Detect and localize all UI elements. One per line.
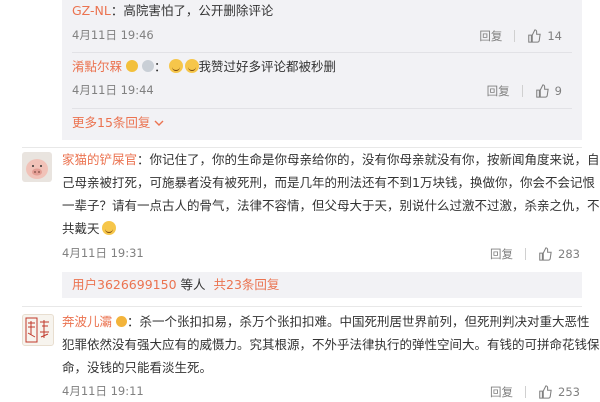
reply-username[interactable]: 淆點尔槑 [72, 59, 122, 74]
reply-button[interactable]: 回复 [490, 384, 513, 400]
reply-button[interactable]: 回复 [479, 28, 502, 44]
reply-time: 4月11日 19:44 [72, 83, 154, 97]
reply-summary-bar: 用户3626699150 等人 共23条回复 [62, 272, 582, 298]
reply-actions: 回复 9 [487, 83, 562, 99]
comment-time: 4月11日 19:31 [62, 246, 144, 260]
comment-separator: ： [127, 314, 140, 329]
verified-v-icon [116, 316, 127, 327]
reply-divider [72, 52, 572, 53]
comment-actions: 回复 253 [490, 384, 580, 400]
thumbs-up-icon[interactable] [538, 385, 552, 399]
thumbs-up-icon[interactable] [535, 84, 549, 98]
smile-emoji-icon [101, 221, 116, 235]
comment-divider [22, 147, 582, 148]
comment-line: 你记住了，你的生命是你母亲给你的，没有你母亲就没有你，按新闻角度来说，自 [149, 152, 600, 167]
reply-time: 4月11日 19:46 [72, 28, 154, 42]
action-divider [525, 248, 527, 260]
comment-username[interactable]: 奔波儿灞 [62, 314, 112, 329]
like-count: 253 [558, 385, 580, 399]
medal-icon [141, 60, 154, 72]
more-replies-label: 更多15条回复 [72, 115, 151, 130]
avatar[interactable] [22, 152, 52, 182]
like-count: 9 [554, 84, 562, 98]
comment-line: 一辈子？请有一点古人的骨气，法律不容情，但父母大于天，别说什么过激不过激，杀亲之… [62, 198, 600, 213]
comment-line: 己母亲被打死，可施暴者没有被死刑，而是几年的刑法还有不到1万块钱，换做你，你会不… [62, 175, 595, 190]
reply-panel: GZ-NL：高院害怕了，公开删除评论 4月11日 19:46 回复 14 淆點尔… [62, 0, 582, 140]
like-count: 283 [558, 247, 580, 261]
action-divider [525, 386, 527, 398]
total-replies-link[interactable]: 共23条回复 [214, 277, 280, 292]
reply-item: 淆點尔槑 ： 我赞过好多评论都被秒删 [72, 56, 336, 78]
comment-time: 4月11日 19:11 [62, 384, 144, 398]
reply-summary: 用户3626699150 等人 共23条回复 [72, 274, 279, 296]
comment-line: 共戴天 [62, 221, 100, 236]
reply-text: 高院害怕了，公开删除评论 [123, 3, 274, 18]
comment-line: 犯罪依然没有强大应有的威慑力。究其根源，不外乎法律执行的弹性空间大。有钱的可拼命… [62, 337, 600, 352]
pig-avatar-icon [22, 152, 52, 182]
thumbs-up-icon[interactable] [527, 29, 542, 43]
thumbs-up-icon[interactable] [538, 247, 552, 261]
laughing-emoji-icon [168, 59, 183, 73]
comment-separator: ： [137, 152, 150, 167]
vip-badge-icon [126, 60, 138, 72]
comment-line-last: 共戴天 [62, 218, 116, 240]
reply-divider [72, 108, 572, 109]
chevron-down-icon [154, 120, 164, 126]
liked-by-user[interactable]: 用户3626699150 [72, 277, 177, 292]
comment-feed: GZ-NL：高院害怕了，公开删除评论 4月11日 19:46 回复 14 淆點尔… [0, 0, 600, 400]
reply-item: GZ-NL：高院害怕了，公开删除评论 [72, 0, 273, 22]
like-count: 14 [547, 29, 562, 43]
reply-separator: ： [153, 59, 167, 74]
comment-divider [22, 306, 582, 307]
more-replies-link[interactable]: 更多15条回复 [72, 112, 164, 134]
comment-actions: 回复 283 [490, 246, 580, 262]
laughing-emoji-icon [184, 59, 199, 73]
comment-line: 命，没钱的只能看淡生死。 [62, 360, 213, 375]
reply-separator: ： [110, 3, 124, 18]
reply-username[interactable]: GZ-NL [72, 3, 111, 18]
seal-avatar-icon [25, 317, 49, 343]
comment-username[interactable]: 家猫的铲屎官 [62, 152, 137, 167]
comment-text: 家猫的铲屎官：你记住了，你的生命是你母亲给你的，没有你母亲就没有你，按新闻角度来… [62, 149, 600, 171]
action-divider [514, 30, 516, 42]
reply-button[interactable]: 回复 [487, 83, 510, 99]
comment-text: 奔波儿灞 ：杀一个张扣扣易，杀万个张扣扣难。中国死刑居世界前列，但死刑判决对重大… [62, 311, 590, 333]
comment-line: 杀一个张扣扣易，杀万个张扣扣难。中国死刑居世界前列，但死刑判决对重大恶性 [139, 314, 590, 329]
reply-actions: 回复 14 [479, 28, 562, 44]
reply-button[interactable]: 回复 [490, 246, 513, 262]
action-divider [521, 85, 523, 97]
reply-text: 我赞过好多评论都被秒删 [198, 59, 337, 74]
liked-by-suffix: 等人 [176, 277, 206, 292]
avatar[interactable] [22, 314, 54, 346]
